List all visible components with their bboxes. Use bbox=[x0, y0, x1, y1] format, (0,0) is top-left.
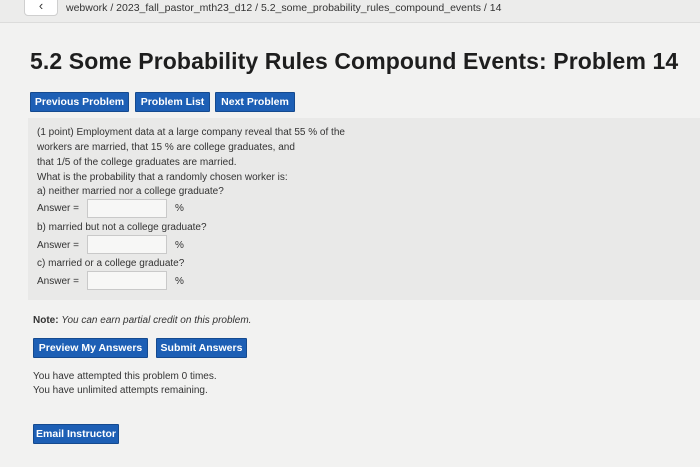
email-instructor-button[interactable]: Email Instructor bbox=[33, 424, 119, 444]
problem-text-line-3: that 1/5 of the college graduates are ma… bbox=[37, 157, 237, 168]
answer-input-c[interactable] bbox=[87, 271, 167, 290]
answer-input-b[interactable] bbox=[87, 235, 167, 254]
next-problem-button[interactable]: Next Problem bbox=[215, 92, 295, 112]
preview-answers-button[interactable]: Preview My Answers bbox=[33, 338, 148, 358]
question-a: a) neither married nor a college graduat… bbox=[37, 186, 224, 197]
answer-label-c: Answer = bbox=[37, 276, 79, 287]
answer-input-a[interactable] bbox=[87, 199, 167, 218]
attempts-count-text: You have attempted this problem 0 times. bbox=[33, 371, 217, 382]
percent-unit-c: % bbox=[175, 276, 184, 287]
submit-answers-button[interactable]: Submit Answers bbox=[156, 338, 247, 358]
question-b: b) married but not a college graduate? bbox=[37, 222, 207, 233]
problem-text-line-4: What is the probability that a randomly … bbox=[37, 172, 288, 183]
chevron-left-icon: ‹ bbox=[38, 0, 44, 13]
answer-label-a: Answer = bbox=[37, 203, 79, 214]
attempts-remaining-text: You have unlimited attempts remaining. bbox=[33, 385, 208, 396]
breadcrumb[interactable]: webwork / 2023_fall_pastor_mth23_d12 / 5… bbox=[66, 2, 501, 14]
percent-unit-b: % bbox=[175, 240, 184, 251]
back-button[interactable]: ‹ bbox=[24, 0, 58, 16]
problem-text-line-1: (1 point) Employment data at a large com… bbox=[37, 127, 345, 138]
problem-list-button[interactable]: Problem List bbox=[135, 92, 210, 112]
question-c: c) married or a college graduate? bbox=[37, 258, 185, 269]
previous-problem-button[interactable]: Previous Problem bbox=[30, 92, 129, 112]
breadcrumb-bar: ‹ webwork / 2023_fall_pastor_mth23_d12 /… bbox=[0, 0, 700, 23]
page-title: 5.2 Some Probability Rules Compound Even… bbox=[30, 48, 679, 74]
note-label: Note: bbox=[33, 315, 59, 326]
answer-label-b: Answer = bbox=[37, 240, 79, 251]
partial-credit-note: Note: You can earn partial credit on thi… bbox=[33, 315, 251, 326]
note-text: You can earn partial credit on this prob… bbox=[61, 315, 252, 326]
percent-unit-a: % bbox=[175, 203, 184, 214]
problem-text-line-2: workers are married, that 15 % are colle… bbox=[37, 142, 295, 153]
